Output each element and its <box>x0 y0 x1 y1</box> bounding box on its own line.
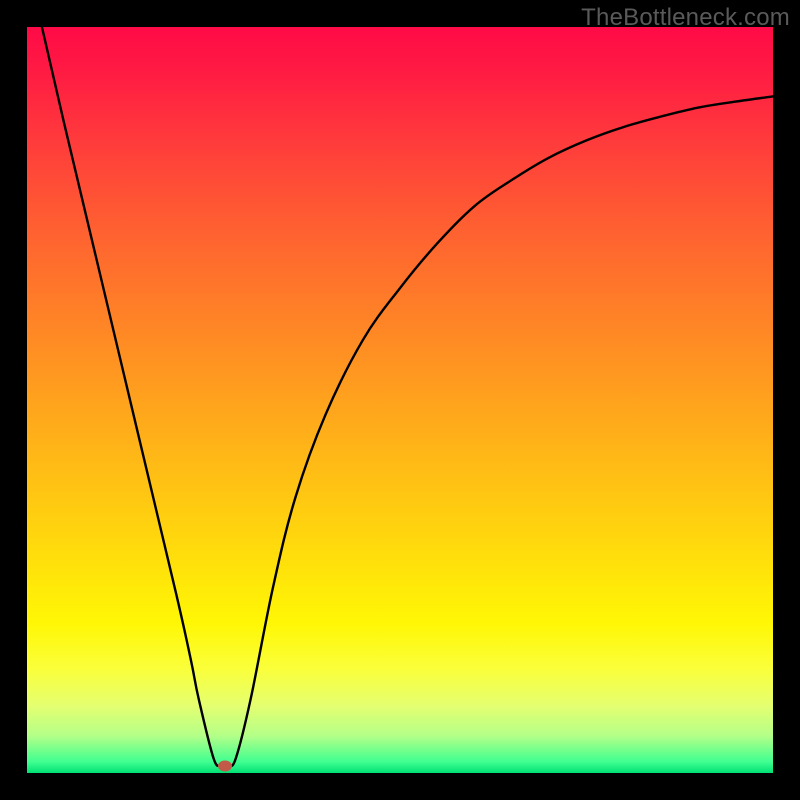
bottleneck-curve <box>42 27 773 767</box>
curve-layer <box>27 27 773 773</box>
plot-area <box>27 27 773 773</box>
watermark-text: TheBottleneck.com <box>581 4 790 32</box>
minimum-marker <box>218 760 232 771</box>
chart-frame <box>27 27 773 773</box>
